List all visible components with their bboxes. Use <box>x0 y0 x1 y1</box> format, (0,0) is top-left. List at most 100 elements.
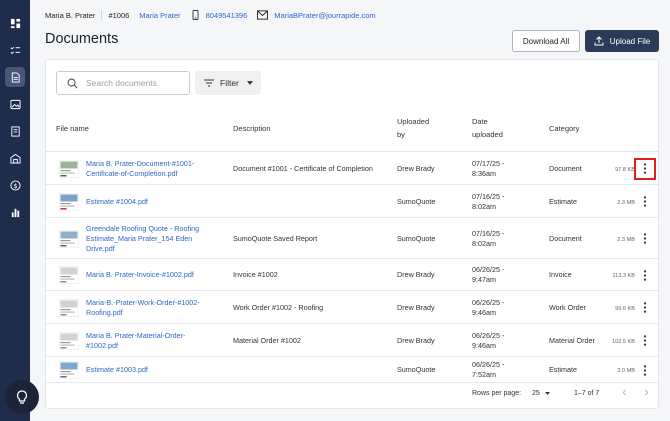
phone-link[interactable]: 8049541396 <box>206 11 248 20</box>
row-actions-button[interactable] <box>640 301 650 315</box>
file-category: Material Order <box>549 335 595 345</box>
search-icon <box>67 78 78 88</box>
table-row[interactable]: Maria B. Prater-Document-#1001- Certifica… <box>46 152 658 185</box>
svg-text:$: $ <box>13 181 17 189</box>
row-actions-button[interactable] <box>640 334 650 348</box>
help-button[interactable] <box>5 380 39 414</box>
file-name-link[interactable]: Greendale Roofing Quote - Roofing Estimat… <box>86 224 226 254</box>
col-date-uploaded[interactable]: Date uploaded <box>472 115 503 141</box>
file-size: 2.3 MB <box>617 236 635 243</box>
file-name-link[interactable]: Maria-B.-Prater-Work-Order-#1002- Roofing… <box>86 298 226 318</box>
sidebar-item-photos[interactable] <box>5 94 25 114</box>
lightbulb-icon <box>16 390 28 404</box>
date-line: 06/26/25 - <box>472 330 505 340</box>
contact-name: Maria B. Prater <box>45 10 96 20</box>
sidebar-item-dashboard[interactable] <box>5 13 25 33</box>
table-row[interactable]: Maria B. Prater-Invoice-#1002.pdf Invoice… <box>46 259 658 291</box>
file-name-line: Maria-B.-Prater-Work-Order-#1002- <box>86 297 200 307</box>
dashboard-icon <box>10 18 20 28</box>
time-line: 8:02am <box>472 238 496 248</box>
file-thumbnail[interactable] <box>59 331 79 350</box>
rows-per-page-label: Rows per page: <box>472 390 522 397</box>
file-thumbnail[interactable] <box>59 229 79 248</box>
rows-per-page-select[interactable]: 25 <box>532 389 550 399</box>
col-uploaded-by[interactable]: Uploaded by <box>397 115 429 141</box>
file-size: 97.8 KB <box>615 166 635 173</box>
file-size: 2.3 MB <box>617 199 635 206</box>
file-name-line: Roofing.pdf <box>86 307 123 317</box>
file-category: Estimate <box>549 196 577 206</box>
file-category: Document <box>549 233 582 243</box>
caret-down-icon <box>246 81 253 85</box>
date-line: 06/26/25 - <box>472 360 505 369</box>
file-name-line: Maria B. Prater-Material-Order- <box>86 330 186 340</box>
table-row[interactable]: Maria-B.-Prater-Work-Order-#1002- Roofing… <box>46 291 658 324</box>
email-link[interactable]: MariaBPrater@jourrapide.com <box>274 11 375 20</box>
table-row[interactable]: Maria B. Prater-Material-Order- #1002.pdf… <box>46 324 658 357</box>
time-line: 9:46am <box>472 340 496 350</box>
filter-label: Filter <box>220 78 239 88</box>
file-name-link[interactable]: Maria B. Prater-Invoice-#1002.pdf <box>86 270 226 280</box>
row-actions-button[interactable] <box>634 157 656 180</box>
file-description: Document #1001 - Certificate of Completi… <box>233 163 373 173</box>
sidebar-item-payments[interactable]: $ <box>5 175 25 195</box>
filter-button[interactable]: Filter <box>195 71 261 95</box>
download-all-button[interactable]: Download All <box>512 30 580 52</box>
documents-card: Filter File name Description Uploaded by… <box>45 59 659 409</box>
sidebar-item-documents[interactable] <box>5 67 25 87</box>
col-date-line2: uploaded <box>472 130 503 139</box>
row-actions-button[interactable] <box>640 232 650 246</box>
file-thumbnail[interactable] <box>59 192 79 211</box>
sidebar-item-analytics[interactable] <box>5 202 25 222</box>
col-description[interactable]: Description <box>233 122 271 135</box>
date-uploaded: 07/16/25 -8:02am <box>472 229 532 249</box>
more-vertical-icon <box>643 163 647 174</box>
time-line: 8:02am <box>472 201 496 211</box>
file-category: Estimate <box>549 365 577 374</box>
search-box[interactable] <box>56 71 190 95</box>
file-name-link[interactable]: Maria B. Prater-Document-#1001- Certifica… <box>86 159 226 179</box>
file-thumbnail[interactable] <box>59 298 79 317</box>
row-actions-button[interactable] <box>640 195 650 209</box>
date-uploaded: 07/17/25 -8:36am <box>472 159 532 179</box>
uploaded-by: Drew Brady <box>397 163 435 173</box>
date-line: 06/26/25 - <box>472 297 505 307</box>
table-row[interactable]: Estimate #1003.pdf SumoQuote 06/26/25 -7:5… <box>46 357 658 383</box>
rows-per-page-value: 25 <box>532 390 540 397</box>
table-row[interactable]: Greendale Roofing Quote - Roofing Estimat… <box>46 218 658 259</box>
sidebar-item-tasks[interactable] <box>5 40 25 60</box>
checklist-icon <box>10 46 20 54</box>
prev-page-button[interactable] <box>621 389 628 400</box>
chevron-right-icon <box>644 389 649 396</box>
file-thumbnail[interactable] <box>59 266 79 284</box>
more-vertical-icon <box>643 196 647 207</box>
file-name-line: Maria B. Prater-Document-#1001- <box>86 158 195 168</box>
file-name-link[interactable]: Estimate #1004.pdf <box>86 197 226 207</box>
file-category: Work Order <box>549 302 587 312</box>
book-icon <box>10 125 20 137</box>
time-line: 9:47am <box>472 275 496 284</box>
upload-file-label: Upload File <box>609 36 651 46</box>
sidebar-item-properties[interactable] <box>5 148 25 168</box>
col-category[interactable]: Category <box>549 122 579 135</box>
file-name-line: Estimate_Maria Prater_154 Eden <box>86 233 193 243</box>
date-uploaded: 06/26/25 -9:47am <box>472 265 532 285</box>
row-actions-button[interactable] <box>640 268 650 282</box>
search-input[interactable] <box>86 78 186 88</box>
next-page-button[interactable] <box>643 389 650 400</box>
bar-chart-icon <box>11 208 19 217</box>
contact-name-link[interactable]: Maria Prater <box>139 11 180 20</box>
sidebar-item-reports[interactable] <box>5 121 25 141</box>
col-date-line1: Date <box>472 117 488 126</box>
file-size: 99.6 KB <box>615 305 635 312</box>
col-file-name[interactable]: File name <box>56 122 89 135</box>
file-name-link[interactable]: Maria B. Prater-Material-Order- #1002.pdf <box>86 331 226 351</box>
file-thumbnail[interactable] <box>59 361 79 379</box>
page-title: Documents <box>45 31 119 47</box>
row-actions-button[interactable] <box>640 363 650 377</box>
file-thumbnail[interactable] <box>59 159 79 178</box>
upload-file-button[interactable]: Upload File <box>585 30 659 52</box>
file-name-link[interactable]: Estimate #1003.pdf <box>86 365 226 375</box>
page-range: 1–7 of 7 <box>574 390 600 397</box>
table-row[interactable]: Estimate #1004.pdf SumoQuote 07/16/25 -8:0… <box>46 185 658 218</box>
